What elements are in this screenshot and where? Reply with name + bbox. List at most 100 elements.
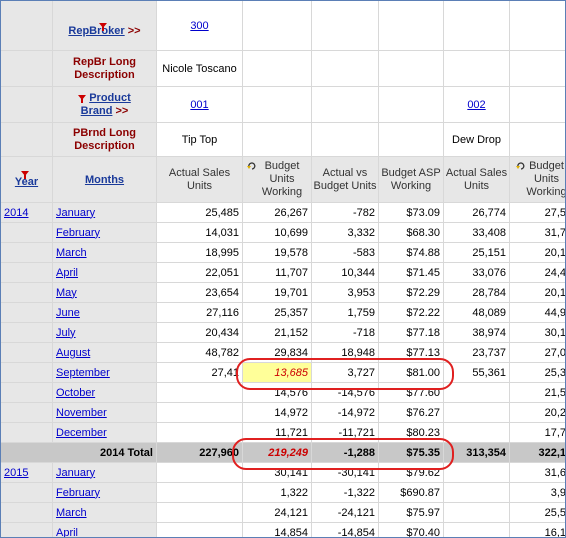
value-cell: 25,151 bbox=[444, 243, 510, 263]
repbroker-value-2 bbox=[312, 1, 379, 51]
repbroker-drill-arrow[interactable]: >> bbox=[128, 25, 141, 37]
value-cell: $71.45 bbox=[379, 263, 444, 283]
month-link[interactable]: May bbox=[56, 287, 77, 299]
value-cell: 21,5 bbox=[510, 383, 565, 403]
col-actual-vs-budget-units[interactable]: Actual vs Budget Units bbox=[312, 157, 379, 203]
month-link[interactable]: September bbox=[56, 367, 110, 379]
month-cell: March bbox=[53, 243, 157, 263]
year-cell bbox=[1, 243, 53, 263]
value-cell: 27,116 bbox=[157, 303, 243, 323]
value-cell: 44,9 bbox=[510, 303, 565, 323]
month-link[interactable]: April bbox=[56, 527, 78, 538]
col-budget-units-working[interactable]: Budget Units Working bbox=[243, 157, 312, 203]
filter-icon[interactable] bbox=[21, 171, 29, 179]
value-cell bbox=[444, 383, 510, 403]
value-cell: 24,4 bbox=[510, 263, 565, 283]
value-cell: $74.88 bbox=[379, 243, 444, 263]
filter-icon[interactable] bbox=[78, 95, 87, 104]
brand-desc-value-4: Dew Drop bbox=[444, 123, 510, 157]
months-header[interactable]: Months bbox=[53, 157, 157, 203]
col-budget-units-working-2[interactable]: Budget Units Working bbox=[510, 157, 565, 203]
value-cell: $77.13 bbox=[379, 343, 444, 363]
month-link[interactable]: July bbox=[56, 327, 76, 339]
value-cell: $77.18 bbox=[379, 323, 444, 343]
value-cell: $72.22 bbox=[379, 303, 444, 323]
brand-link-002[interactable]: 002 bbox=[467, 99, 485, 111]
value-cell: 20,2 bbox=[510, 403, 565, 423]
value-cell: 23,654 bbox=[157, 283, 243, 303]
brand-link-001[interactable]: 001 bbox=[190, 99, 208, 111]
brand-drill-arrow[interactable]: >> bbox=[115, 105, 128, 117]
value-cell: 1,322 bbox=[243, 483, 312, 503]
month-link[interactable]: December bbox=[56, 427, 107, 439]
month-link[interactable]: October bbox=[56, 387, 95, 399]
value-cell: 3,953 bbox=[312, 283, 379, 303]
month-link[interactable]: November bbox=[56, 407, 107, 419]
header-row-repbr-desc: RepBr Long Description Nicole Toscano bbox=[1, 51, 565, 87]
refresh-icon[interactable] bbox=[247, 161, 257, 171]
brand-header[interactable]: Product Brand >> bbox=[53, 87, 157, 123]
month-link[interactable]: February bbox=[56, 227, 100, 239]
table-row: 2015 January 30,141 -30,141 $79.62 31,6 bbox=[1, 463, 565, 483]
value-cell bbox=[157, 523, 243, 537]
value-cell bbox=[157, 463, 243, 483]
year-link[interactable]: 2015 bbox=[4, 467, 28, 479]
value-cell: 24,121 bbox=[243, 503, 312, 523]
table-row: October 14,576 -14,576 $77.60 21,5 bbox=[1, 383, 565, 403]
value-cell: 20,1 bbox=[510, 243, 565, 263]
total-value: 227,960 bbox=[157, 443, 243, 463]
month-link[interactable]: January bbox=[56, 467, 95, 479]
header-row-brand: Product Brand >> 001 002 bbox=[1, 87, 565, 123]
value-cell: 17,7 bbox=[510, 423, 565, 443]
year-link[interactable]: 2014 bbox=[4, 207, 28, 219]
value-cell: 27,5 bbox=[510, 203, 565, 223]
value-cell: 25,5 bbox=[510, 503, 565, 523]
value-cell: $77.60 bbox=[379, 383, 444, 403]
value-cell: 23,737 bbox=[444, 343, 510, 363]
value-cell: 48,782 bbox=[157, 343, 243, 363]
month-cell: February bbox=[53, 483, 157, 503]
value-cell: 18,995 bbox=[157, 243, 243, 263]
year-header[interactable]: Year bbox=[1, 157, 53, 203]
value-cell bbox=[444, 523, 510, 537]
total-value: $75.35 bbox=[379, 443, 444, 463]
brand-value-4[interactable]: 002 bbox=[444, 87, 510, 123]
month-link[interactable]: March bbox=[56, 247, 87, 259]
value-cell: $75.97 bbox=[379, 503, 444, 523]
value-cell: 48,089 bbox=[444, 303, 510, 323]
brand-value-0[interactable]: 001 bbox=[157, 87, 243, 123]
month-link[interactable]: June bbox=[56, 307, 80, 319]
month-link[interactable]: August bbox=[56, 347, 90, 359]
repbr-desc-header: RepBr Long Description bbox=[53, 51, 157, 87]
month-link[interactable]: January bbox=[56, 207, 95, 219]
repbroker-label[interactable]: RepBroker bbox=[68, 25, 124, 37]
col-actual-sales-units[interactable]: Actual Sales Units bbox=[157, 157, 243, 203]
value-cell: 25,357 bbox=[243, 303, 312, 323]
filter-icon[interactable] bbox=[99, 23, 107, 31]
value-cell: 26,267 bbox=[243, 203, 312, 223]
repbroker-link[interactable]: 300 bbox=[190, 20, 208, 32]
table-row: June 27,116 25,357 1,759 $72.22 48,089 44,9 bbox=[1, 303, 565, 323]
total-row: 2014 Total 227,960 219,249 -1,288 $75.35 313,… bbox=[1, 443, 565, 463]
month-cell: September bbox=[53, 363, 157, 383]
value-cell: $72.29 bbox=[379, 283, 444, 303]
month-link[interactable]: April bbox=[56, 267, 78, 279]
month-link[interactable]: February bbox=[56, 487, 100, 499]
year-cell bbox=[1, 503, 53, 523]
month-link[interactable]: March bbox=[56, 507, 87, 519]
repbroker-value-1 bbox=[243, 1, 312, 51]
col-budget-asp-working[interactable]: Budget ASP Working bbox=[379, 157, 444, 203]
value-cell: 26,774 bbox=[444, 203, 510, 223]
repbroker-header[interactable]: RepBroker >> bbox=[53, 1, 157, 51]
repbroker-value-0[interactable]: 300 bbox=[157, 1, 243, 51]
total-value: 219,249 bbox=[243, 443, 312, 463]
year-cell bbox=[1, 383, 53, 403]
table-row: April 22,051 11,707 10,344 $71.45 33,076 24,4 bbox=[1, 263, 565, 283]
value-cell: 31,6 bbox=[510, 463, 565, 483]
col-actual-sales-units-2[interactable]: Actual Sales Units bbox=[444, 157, 510, 203]
year-cell bbox=[1, 423, 53, 443]
repbroker-value-5 bbox=[510, 1, 565, 51]
value-cell: -583 bbox=[312, 243, 379, 263]
refresh-icon[interactable] bbox=[516, 161, 526, 171]
header-row-brand-desc: PBrnd Long Description Tip Top Dew Drop bbox=[1, 123, 565, 157]
